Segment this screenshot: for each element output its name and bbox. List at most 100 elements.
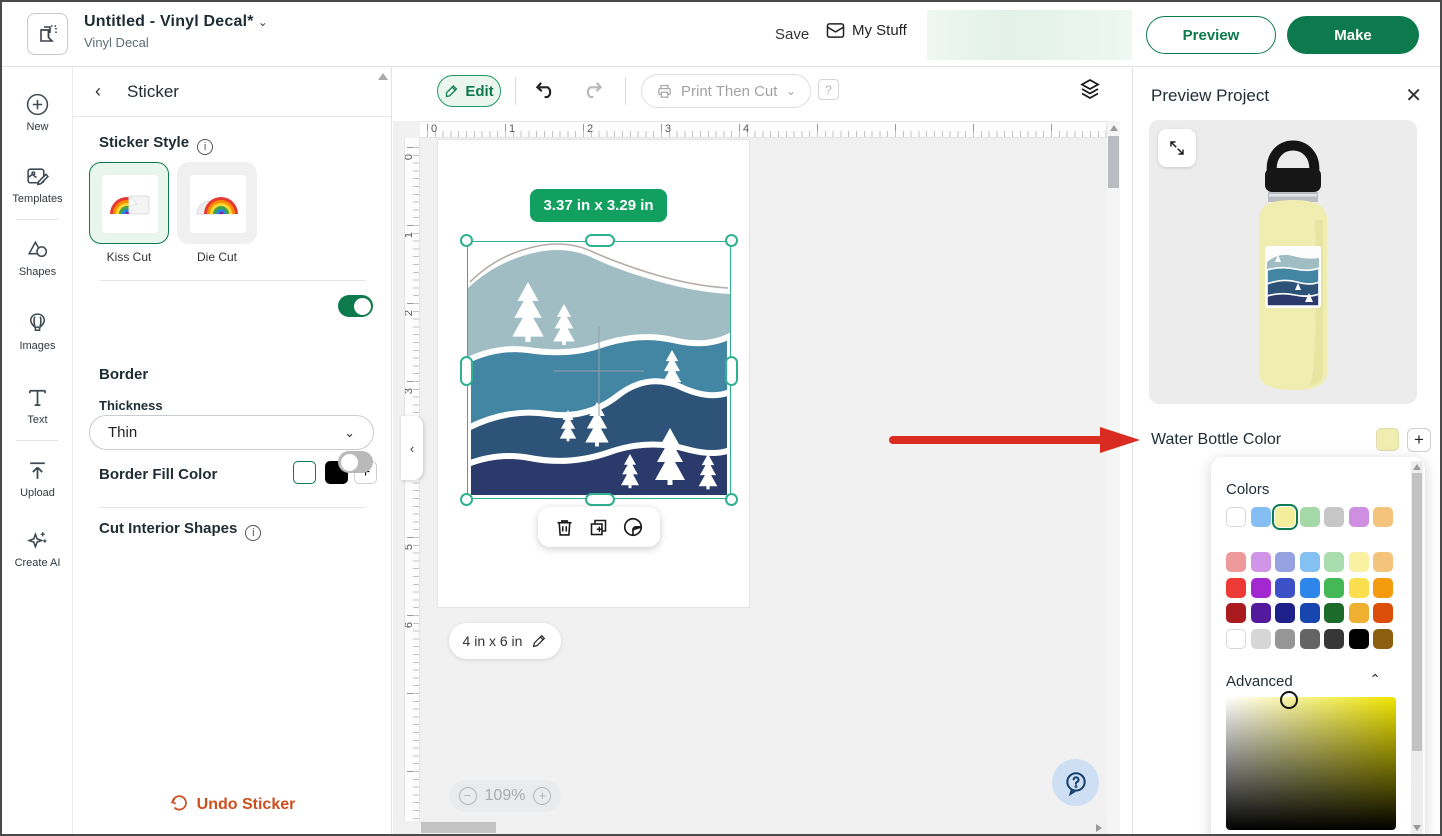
layers-icon[interactable] (1078, 77, 1102, 106)
scroll-right-arrow[interactable] (1096, 824, 1102, 832)
color-swatch[interactable] (1300, 578, 1320, 598)
popover-scrollbar[interactable] (1411, 461, 1423, 834)
question-bubble-icon (1063, 770, 1089, 796)
style-die-cut[interactable] (177, 162, 257, 244)
color-swatch[interactable] (1324, 578, 1344, 598)
color-swatch[interactable] (1300, 603, 1320, 623)
cut-interior-toggle[interactable] (338, 451, 373, 473)
help-button[interactable] (1052, 759, 1099, 806)
color-swatch[interactable] (1275, 603, 1295, 623)
sidebar-item-text[interactable]: Text (2, 374, 73, 434)
scroll-thumb[interactable] (1108, 136, 1119, 188)
print-then-cut-dropdown[interactable]: Print Then Cut ⌄ (641, 74, 811, 108)
color-swatch[interactable] (1251, 603, 1271, 623)
color-swatch[interactable] (1349, 507, 1369, 527)
scroll-thumb[interactable] (1412, 473, 1422, 751)
back-chevron-icon[interactable]: ‹ (95, 81, 101, 102)
advanced-gradient-picker[interactable] (1226, 697, 1396, 830)
color-swatch[interactable] (1349, 552, 1369, 572)
color-swatch[interactable] (1275, 578, 1295, 598)
style-kiss-cut[interactable] (89, 162, 169, 244)
edit-button[interactable]: Edit (437, 75, 501, 107)
gradient-cursor[interactable] (1280, 691, 1298, 709)
resize-handle-n[interactable] (585, 234, 615, 247)
collapse-panel-tab[interactable]: ‹ (401, 416, 423, 480)
color-swatch[interactable] (1226, 507, 1246, 527)
color-swatch[interactable] (1251, 552, 1271, 572)
color-swatch[interactable] (1349, 629, 1369, 649)
resize-handle-w[interactable] (460, 356, 473, 386)
scroll-thumb[interactable] (421, 822, 496, 833)
color-swatch[interactable] (1300, 507, 1320, 527)
project-title[interactable]: Untitled - Vinyl Decal*⌄ (84, 13, 268, 31)
sidebar-item-shapes[interactable]: Shapes (2, 226, 73, 286)
color-swatch[interactable] (1251, 578, 1271, 598)
add-bottle-color-button[interactable]: + (1407, 428, 1431, 452)
resize-handle-s[interactable] (585, 493, 615, 506)
scroll-down-arrow[interactable] (1413, 825, 1421, 831)
vertical-scrollbar[interactable] (1107, 122, 1120, 836)
horizontal-scrollbar[interactable] (393, 821, 1105, 834)
undo-button[interactable] (533, 77, 559, 108)
sidebar-item-upload[interactable]: Upload (2, 447, 73, 507)
color-swatch[interactable] (1324, 507, 1344, 527)
resize-handle-e[interactable] (725, 356, 738, 386)
color-swatch[interactable] (1251, 507, 1271, 527)
color-swatch[interactable] (1324, 603, 1344, 623)
canvas-home-icon[interactable] (27, 13, 68, 55)
make-button[interactable]: Make (1287, 16, 1419, 54)
resize-handle-se[interactable] (725, 493, 738, 506)
border-fill-swatch-white[interactable] (293, 461, 316, 484)
delete-button[interactable] (554, 517, 575, 538)
info-icon[interactable]: i (245, 525, 261, 541)
color-swatch[interactable] (1226, 578, 1246, 598)
color-swatch[interactable] (1373, 578, 1393, 598)
redo-button[interactable] (579, 77, 605, 108)
scroll-up-arrow[interactable] (1413, 464, 1421, 470)
sidebar-item-create-ai[interactable]: Create AI (2, 517, 73, 577)
color-swatch[interactable] (1349, 603, 1369, 623)
help-tooltip-button[interactable]: ? (818, 79, 839, 100)
resize-handle-nw[interactable] (460, 234, 473, 247)
color-swatch[interactable] (1300, 552, 1320, 572)
zoom-out-button[interactable]: − (459, 787, 477, 805)
color-swatch[interactable] (1324, 552, 1344, 572)
sidebar-item-images[interactable]: Images (2, 300, 73, 360)
scroll-up-arrow[interactable] (1110, 125, 1118, 131)
color-swatch[interactable] (1349, 578, 1369, 598)
color-swatch[interactable] (1226, 552, 1246, 572)
color-swatch[interactable] (1226, 629, 1246, 649)
sticker-options-button[interactable] (622, 516, 644, 538)
color-swatch[interactable] (1373, 629, 1393, 649)
preview-button[interactable]: Preview (1146, 16, 1276, 54)
color-swatch[interactable] (1275, 629, 1295, 649)
sidebar-item-new[interactable]: New (2, 81, 73, 141)
resize-handle-ne[interactable] (725, 234, 738, 247)
duplicate-button[interactable] (588, 517, 609, 538)
undo-sticker-button[interactable]: Undo Sticker (73, 795, 391, 814)
color-swatch[interactable] (1251, 629, 1271, 649)
sidebar-item-templates[interactable]: Templates (2, 153, 73, 213)
color-swatch[interactable] (1324, 629, 1344, 649)
resize-handle-sw[interactable] (460, 493, 473, 506)
info-icon[interactable]: i (197, 139, 213, 155)
chevron-up-icon[interactable]: ⌃ (1369, 671, 1381, 688)
selected-bottle-color-swatch[interactable] (1376, 428, 1399, 451)
mat-size-button[interactable]: 4 in x 6 in (449, 623, 561, 659)
color-swatch[interactable] (1275, 507, 1295, 527)
color-swatch[interactable] (1373, 603, 1393, 623)
expand-preview-button[interactable] (1158, 129, 1196, 167)
color-swatch[interactable] (1300, 629, 1320, 649)
my-stuff-button[interactable]: My Stuff (826, 22, 907, 39)
mountain-sticker-image[interactable] (468, 242, 730, 498)
border-toggle[interactable] (338, 295, 373, 317)
color-swatch[interactable] (1373, 507, 1393, 527)
color-swatch[interactable] (1373, 552, 1393, 572)
color-swatch[interactable] (1275, 552, 1295, 572)
thickness-dropdown[interactable]: Thin ⌄ (89, 415, 374, 450)
color-swatch[interactable] (1226, 603, 1246, 623)
panel-scroll-up-arrow[interactable] (378, 73, 388, 80)
close-icon[interactable]: ✕ (1405, 83, 1422, 108)
save-button[interactable]: Save (775, 26, 809, 43)
zoom-in-button[interactable]: + (533, 787, 551, 805)
